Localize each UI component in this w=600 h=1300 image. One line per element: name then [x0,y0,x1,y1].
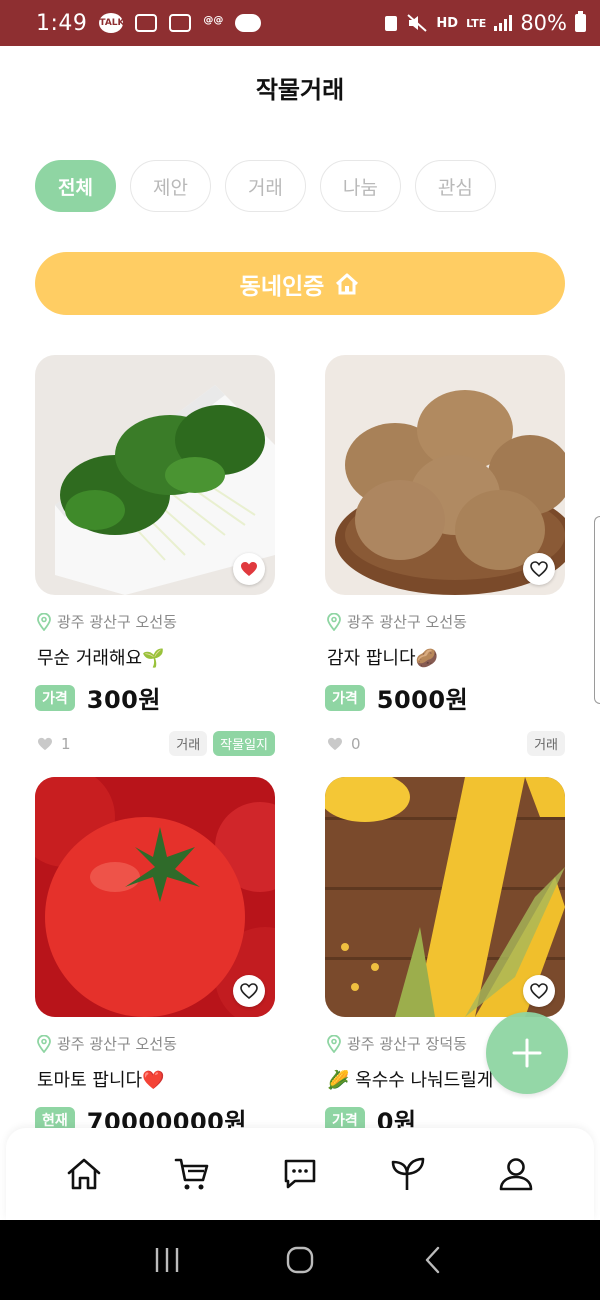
status-time: 1:49 [36,10,88,36]
tab-interest[interactable]: 관심 [414,160,496,212]
post-location: 광주 광산구 오선동 [35,611,275,632]
verify-label: 동네인증 [239,273,325,300]
add-post-button[interactable] [486,1012,568,1094]
home-icon [67,1158,101,1190]
tag-trade: 거래 [169,731,208,756]
nav-market[interactable] [167,1149,217,1199]
battery-percent: 80% [520,11,567,35]
cloud-icon [235,14,262,32]
home-system-button[interactable] [280,1240,320,1280]
back-button[interactable] [413,1240,453,1280]
mute-icon [407,14,428,32]
post-title[interactable]: 무순 거래해요🌱 [35,644,275,670]
tag-trade: 거래 [527,731,565,756]
nav-crops[interactable] [383,1149,433,1199]
meta-row: 0 거래 [325,731,565,756]
talk-icon: TALK [99,13,125,33]
like-button[interactable] [523,975,555,1007]
like-button[interactable] [233,553,265,585]
location-text: 광주 광산구 장덕동 [347,1035,467,1053]
location-pin-icon [37,612,51,631]
nav-chat[interactable] [275,1149,325,1199]
system-nav-bar [0,1220,600,1300]
heart-outline-icon [240,983,258,999]
recent-apps-button[interactable] [147,1240,187,1280]
cart-icon [174,1158,209,1190]
post-image-corn[interactable] [325,777,565,1017]
back-chevron-icon [426,1246,440,1274]
location-text: 광주 광산구 오선동 [347,613,467,631]
meta-row: 1 거래 작물일지 [35,731,275,756]
tag-crop-diary: 작물일지 [213,731,275,756]
location-text: 광주 광산구 오선동 [57,613,177,631]
battery-icon [575,11,586,32]
signal-icon [494,15,513,31]
post-image-tomato[interactable] [35,777,275,1017]
like-button[interactable] [523,553,555,585]
post-title[interactable]: 토마토 팝니다❤️ [35,1066,275,1092]
bottom-nav [6,1128,594,1220]
heart-filled-icon [241,562,257,576]
nav-profile[interactable] [491,1149,541,1199]
recent-apps-icon [155,1248,178,1272]
location-pin-icon [327,612,341,631]
scroll-handle[interactable] [594,516,600,704]
post-location: 광주 광산구 오선동 [325,611,565,632]
location-pin-icon [327,1034,341,1053]
heart-icon [328,737,342,750]
app-icon: @@ [203,15,224,26]
like-count-text: 1 [61,734,71,753]
screenshot-icon [135,14,158,32]
filter-tabs: 전체 제안 거래 나눔 관심 [35,160,496,212]
price-badge: 가격 [35,684,75,711]
tab-offer[interactable]: 제안 [129,160,211,212]
home-icon [336,273,359,294]
neighborhood-verify-button[interactable]: 동네인증 [35,252,565,315]
like-count-text: 0 [351,734,361,753]
chat-icon [284,1159,316,1189]
sprout-icon [391,1157,425,1190]
post-price: 300원 [86,686,161,714]
heart-outline-icon [530,561,548,577]
like-count: 1 [35,735,71,753]
post-card[interactable]: 광주 광산구 오선동 무순 거래해요🌱 가격 300원 1 거래 작물일지 [35,355,275,756]
post-card[interactable]: 광주 광산구 오선동 감자 팝니다🥔 가격 5000원 0 거래 [325,355,565,756]
like-count: 0 [325,735,361,753]
tab-share[interactable]: 나눔 [319,160,401,212]
tab-all[interactable]: 전체 [35,160,116,212]
post-location: 광주 광산구 오선동 [35,1033,275,1054]
post-card[interactable]: 광주 광산구 오선동 토마토 팝니다❤️ 현재 70000000원 [35,777,275,1137]
heart-icon [38,737,52,750]
page-title: 작물거래 [255,76,345,104]
post-tags: 거래 작물일지 [169,731,275,756]
price-row: 가격 5000원 [325,680,565,715]
location-pin-icon [37,1034,51,1053]
location-text: 광주 광산구 오선동 [57,1035,177,1053]
battery-saver-icon [385,16,398,31]
profile-icon [499,1158,533,1191]
post-title[interactable]: 감자 팝니다🥔 [325,644,565,670]
post-price: 5000원 [376,686,469,714]
post-image-potatoes[interactable] [325,355,565,595]
price-badge: 가격 [325,684,365,711]
screen-record-icon [169,14,192,32]
plus-icon [512,1038,542,1068]
post-tags: 거래 [527,731,565,756]
status-bar: 1:49 TALK @@ HD LTE 80% [0,0,600,46]
heart-outline-icon [530,983,548,999]
network-label: LTE [466,16,487,30]
tab-trade[interactable]: 거래 [224,160,306,212]
price-row: 가격 300원 [35,680,275,715]
nav-home[interactable] [59,1149,109,1199]
like-button[interactable] [233,975,265,1007]
home-circle-icon [286,1246,314,1274]
post-image-sprouts[interactable] [35,355,275,595]
hd-label: HD [436,15,459,31]
